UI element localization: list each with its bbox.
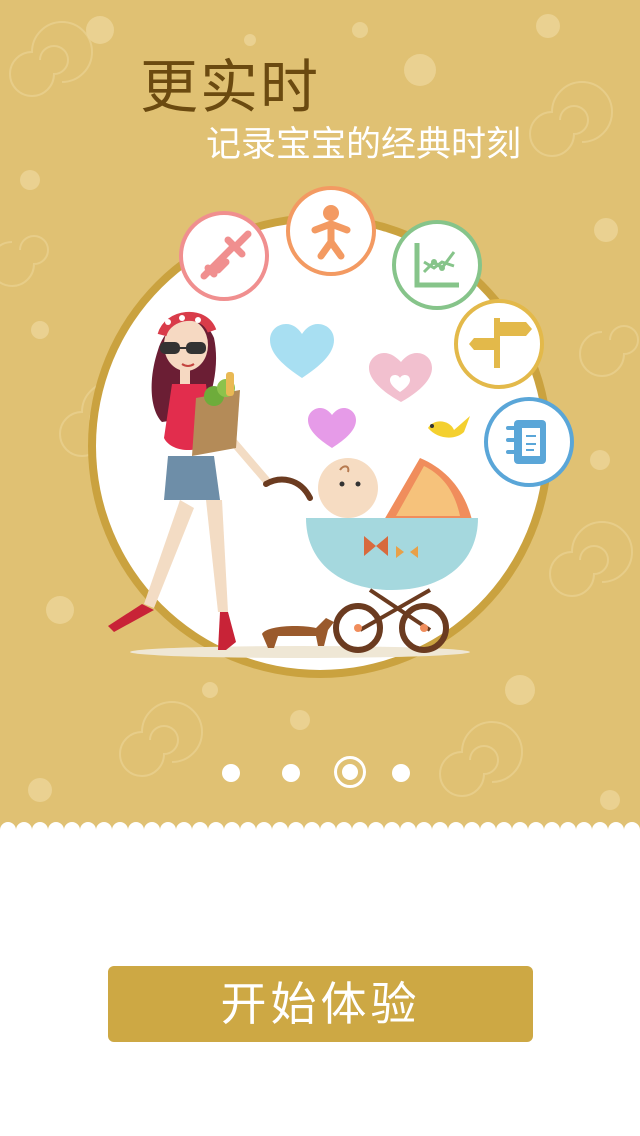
page-dot-2[interactable] <box>282 764 300 782</box>
page-indicator <box>0 755 640 791</box>
page-dot-3-active[interactable] <box>334 756 366 788</box>
vaccine-icon <box>179 211 269 301</box>
page-title: 更实时 <box>140 53 321 121</box>
page-subtitle: 记录宝宝的经典时刻 <box>206 125 522 165</box>
scalloped-divider <box>0 820 640 840</box>
start-experience-button[interactable]: 开始体验 <box>108 966 533 1042</box>
page-dot-4[interactable] <box>392 764 410 782</box>
page-dot-1[interactable] <box>222 764 240 782</box>
hero-panel: 更实时 记录宝宝的经典时刻 <box>0 0 640 830</box>
notebook-icon <box>484 397 574 487</box>
hero-illustration <box>88 186 574 678</box>
chart-icon <box>392 220 482 310</box>
signpost-icon <box>454 299 544 389</box>
growth-person-icon <box>286 186 376 276</box>
